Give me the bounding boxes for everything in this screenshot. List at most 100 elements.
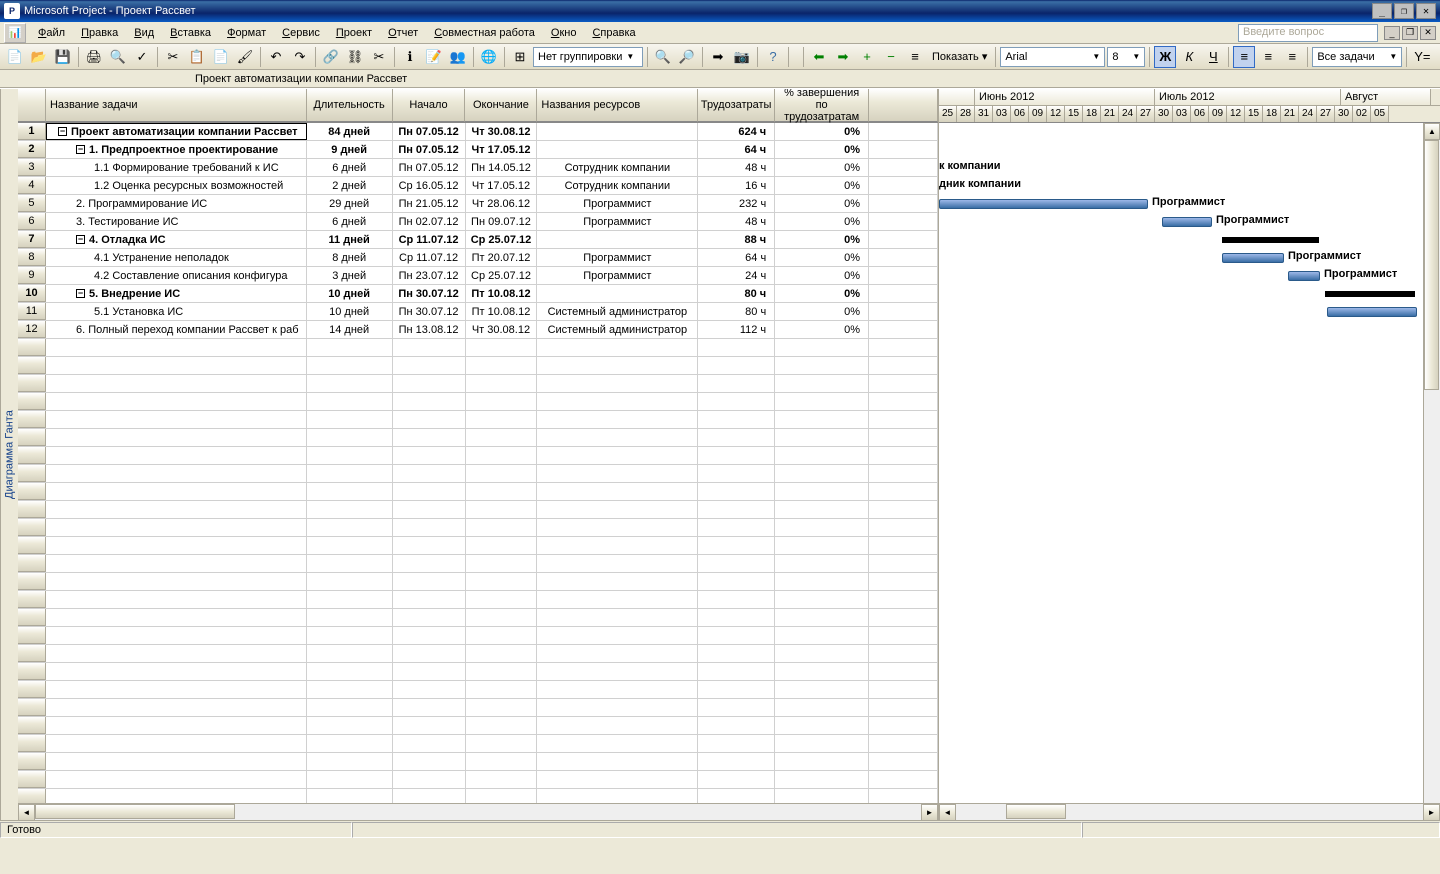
cell-id[interactable]: 10 xyxy=(18,285,46,302)
table-row[interactable] xyxy=(18,681,938,699)
underline-button[interactable]: Ч xyxy=(1202,46,1224,68)
cell-end[interactable]: Чт 30.08.12 xyxy=(466,123,538,140)
table-row[interactable] xyxy=(18,735,938,753)
table-row[interactable]: 63. Тестирование ИС6 днейПн 02.07.12Пн 0… xyxy=(18,213,938,231)
cell-extra[interactable] xyxy=(869,609,938,626)
cell-work[interactable] xyxy=(698,411,775,428)
save-button[interactable]: 💾 xyxy=(52,46,74,68)
table-row[interactable] xyxy=(18,717,938,735)
cell-work[interactable] xyxy=(698,393,775,410)
print-preview-button[interactable]: 🔍 xyxy=(107,46,129,68)
new-button[interactable]: 📄 xyxy=(4,46,26,68)
header-work[interactable]: Трудозатраты xyxy=(698,89,775,122)
cell-res[interactable]: Программист xyxy=(537,267,698,284)
cell-work[interactable] xyxy=(698,645,775,662)
cell-name[interactable] xyxy=(46,735,307,752)
gantt-bar[interactable] xyxy=(1222,253,1284,263)
cell-start[interactable]: Ср 11.07.12 xyxy=(393,249,466,266)
table-row[interactable] xyxy=(18,519,938,537)
cell-extra[interactable] xyxy=(869,231,938,248)
grouping-combo[interactable]: Нет группировки▼ xyxy=(533,47,643,67)
cell-work[interactable] xyxy=(698,771,775,788)
cell-res[interactable] xyxy=(537,609,698,626)
cell-extra[interactable] xyxy=(869,141,938,158)
goto-button[interactable]: ➡ xyxy=(707,46,729,68)
cell-start[interactable]: Пн 30.07.12 xyxy=(393,285,466,302)
cell-res[interactable]: Системный администратор xyxy=(537,303,698,320)
cell-start[interactable] xyxy=(393,591,466,608)
cell-res[interactable]: Сотрудник компании xyxy=(537,177,698,194)
cell-dur[interactable] xyxy=(307,627,393,644)
close-button[interactable]: ✕ xyxy=(1416,3,1436,19)
align-left-button[interactable]: ≡ xyxy=(1233,46,1255,68)
cell-id[interactable] xyxy=(18,357,46,374)
cell-pct[interactable] xyxy=(775,501,869,518)
cell-name[interactable] xyxy=(46,627,307,644)
cell-pct[interactable]: 0% xyxy=(775,141,869,158)
cell-dur[interactable] xyxy=(307,339,393,356)
cell-name[interactable] xyxy=(46,609,307,626)
cell-name[interactable] xyxy=(46,357,307,374)
cell-pct[interactable] xyxy=(775,771,869,788)
cell-res[interactable] xyxy=(537,681,698,698)
table-row[interactable] xyxy=(18,465,938,483)
cell-name[interactable]: −4. Отладка ИС xyxy=(46,231,307,248)
split-button[interactable]: ✂ xyxy=(368,46,390,68)
cell-start[interactable] xyxy=(393,609,466,626)
cell-dur[interactable]: 3 дней xyxy=(307,267,393,284)
cell-end[interactable] xyxy=(466,681,538,698)
cell-res[interactable]: Программист xyxy=(537,195,698,212)
cell-extra[interactable] xyxy=(869,195,938,212)
table-row[interactable]: 10−5. Внедрение ИС10 днейПн 30.07.12Пт 1… xyxy=(18,285,938,303)
cell-name[interactable] xyxy=(46,771,307,788)
cell-dur[interactable] xyxy=(307,429,393,446)
cell-dur[interactable] xyxy=(307,663,393,680)
cell-pct[interactable] xyxy=(775,519,869,536)
cell-work[interactable] xyxy=(698,627,775,644)
cell-pct[interactable]: 0% xyxy=(775,267,869,284)
table-row[interactable] xyxy=(18,573,938,591)
cell-extra[interactable] xyxy=(869,321,938,338)
print-button[interactable]: 🖨 xyxy=(83,46,105,68)
cell-extra[interactable] xyxy=(869,789,938,803)
cell-dur[interactable]: 6 дней xyxy=(307,213,393,230)
cell-res[interactable]: Сотрудник компании xyxy=(537,159,698,176)
cell-name[interactable] xyxy=(46,447,307,464)
cell-pct[interactable]: 0% xyxy=(775,159,869,176)
table-row[interactable] xyxy=(18,537,938,555)
cell-pct[interactable]: 0% xyxy=(775,303,869,320)
align-right-button[interactable]: ≡ xyxy=(1281,46,1303,68)
cell-extra[interactable] xyxy=(869,681,938,698)
table-row[interactable] xyxy=(18,555,938,573)
cell-res[interactable] xyxy=(537,735,698,752)
cell-dur[interactable] xyxy=(307,645,393,662)
mdi-restore-button[interactable]: ❐ xyxy=(1402,26,1418,40)
table-row[interactable] xyxy=(18,609,938,627)
cell-pct[interactable]: 0% xyxy=(775,321,869,338)
hide-subtasks-button[interactable]: − xyxy=(880,46,902,68)
cell-name[interactable] xyxy=(46,393,307,410)
cell-extra[interactable] xyxy=(869,483,938,500)
table-row[interactable] xyxy=(18,627,938,645)
cell-pct[interactable] xyxy=(775,555,869,572)
cell-id[interactable]: 4 xyxy=(18,177,46,194)
cell-start[interactable] xyxy=(393,681,466,698)
cell-start[interactable] xyxy=(393,717,466,734)
cell-end[interactable] xyxy=(466,609,538,626)
cell-id[interactable] xyxy=(18,537,46,554)
cell-pct[interactable] xyxy=(775,465,869,482)
cell-res[interactable] xyxy=(537,699,698,716)
cell-start[interactable] xyxy=(393,411,466,428)
gantt-bar[interactable] xyxy=(1327,307,1417,317)
cell-extra[interactable] xyxy=(869,771,938,788)
mdi-close-button[interactable]: ✕ xyxy=(1420,26,1436,40)
cell-extra[interactable] xyxy=(869,303,938,320)
cell-end[interactable]: Пн 09.07.12 xyxy=(466,213,538,230)
cell-pct[interactable]: 0% xyxy=(775,177,869,194)
cell-end[interactable]: Чт 28.06.12 xyxy=(466,195,538,212)
spelling-button[interactable]: ✓ xyxy=(131,46,153,68)
cell-pct[interactable] xyxy=(775,789,869,803)
cell-res[interactable] xyxy=(537,465,698,482)
cell-id[interactable] xyxy=(18,483,46,500)
align-center-button[interactable]: ≡ xyxy=(1257,46,1279,68)
